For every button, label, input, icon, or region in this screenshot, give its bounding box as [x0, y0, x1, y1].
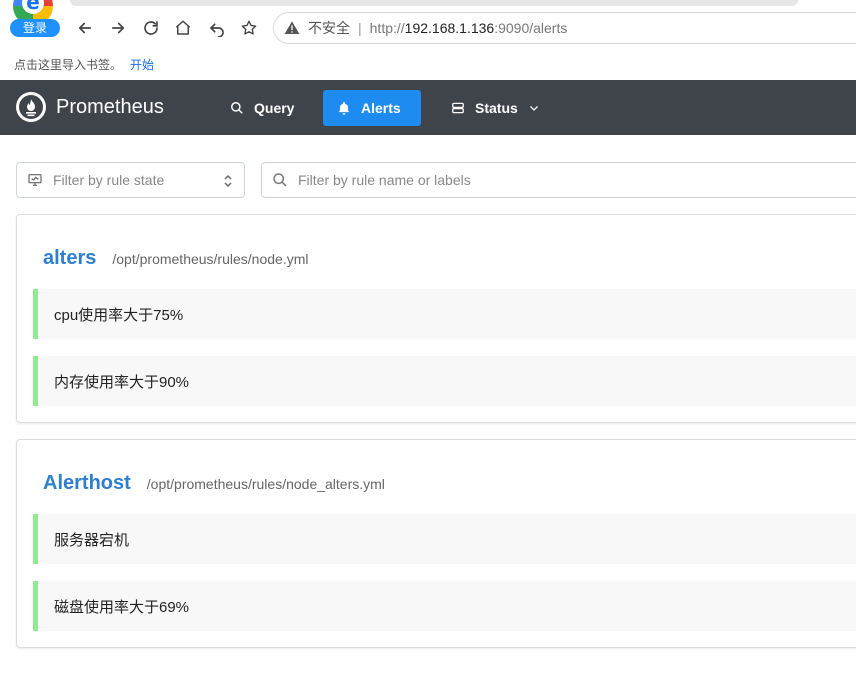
monitor-icon	[28, 174, 42, 186]
nav-alerts[interactable]: Alerts	[323, 90, 421, 126]
group-file-path: /opt/prometheus/rules/node_alters.yml	[146, 476, 385, 492]
url-path: :9090/alerts	[494, 20, 568, 36]
url-protocol: http://	[369, 20, 405, 36]
rule-name-placeholder: Filter by rule name or labels	[298, 172, 471, 188]
nav-query-label: Query	[254, 100, 295, 116]
search-icon	[273, 173, 287, 187]
warning-icon	[284, 21, 300, 34]
updown-chevron-icon	[224, 174, 232, 188]
alert-rule[interactable]: 服务器宕机	[33, 514, 856, 564]
alert-rule[interactable]: 磁盘使用率大于69%	[33, 581, 856, 631]
rule-group: alters /opt/prometheus/rules/node.yml cp…	[16, 214, 856, 423]
login-button[interactable]: 登录	[10, 19, 60, 37]
alert-rule[interactable]: cpu使用率大于75%	[33, 289, 856, 339]
star-icon[interactable]	[237, 16, 261, 40]
insecure-label: 不安全	[308, 20, 350, 36]
group-header: Alerthost /opt/prometheus/rules/node_alt…	[43, 472, 385, 495]
undo-icon[interactable]	[205, 16, 229, 40]
server-icon	[452, 102, 464, 114]
rule-state-placeholder: Filter by rule state	[53, 172, 165, 188]
url-host: 192.168.1.136	[404, 20, 495, 36]
brand-title: Prometheus	[56, 95, 164, 118]
group-header: alters /opt/prometheus/rules/node.yml	[43, 247, 308, 270]
address-separator: |	[358, 20, 362, 36]
group-file-path: /opt/prometheus/rules/node.yml	[112, 251, 309, 267]
reload-icon[interactable]	[139, 16, 163, 40]
bell-icon	[338, 102, 350, 115]
bookmark-hint: 点击这里导入书签。	[14, 58, 123, 72]
rule-name-filter-input[interactable]: Filter by rule name or labels	[261, 162, 856, 198]
chevron-down-icon	[529, 106, 538, 111]
nav-status-label: Status	[475, 100, 518, 116]
browser-toolbar: 登录 不安全 | http://192.168.1.136:9090/alert…	[0, 0, 856, 56]
group-name: alters	[43, 247, 97, 269]
brand[interactable]: Prometheus	[16, 92, 164, 122]
address-bar[interactable]: 不安全 | http://192.168.1.136:9090/alerts	[273, 12, 856, 44]
group-name: Alerthost	[43, 472, 131, 494]
rule-state-filter[interactable]: Filter by rule state	[16, 162, 245, 198]
bookmark-start-link[interactable]: 开始	[130, 58, 154, 72]
alert-rule[interactable]: 内存使用率大于90%	[33, 356, 856, 406]
forward-icon[interactable]	[106, 16, 130, 40]
prometheus-logo-icon	[16, 92, 46, 122]
search-icon	[231, 102, 243, 114]
tab-strip	[70, 0, 798, 6]
app-navbar: Prometheus Query Alerts Status	[0, 80, 856, 135]
rule-group: Alerthost /opt/prometheus/rules/node_alt…	[16, 439, 856, 648]
bookmark-bar: 点击这里导入书签。 开始	[14, 56, 154, 72]
back-icon[interactable]	[73, 16, 97, 40]
nav-query[interactable]: Query	[216, 90, 308, 126]
home-icon[interactable]	[171, 16, 195, 40]
nav-status-dropdown[interactable]: Status	[437, 90, 554, 126]
nav-alerts-label: Alerts	[361, 100, 401, 116]
